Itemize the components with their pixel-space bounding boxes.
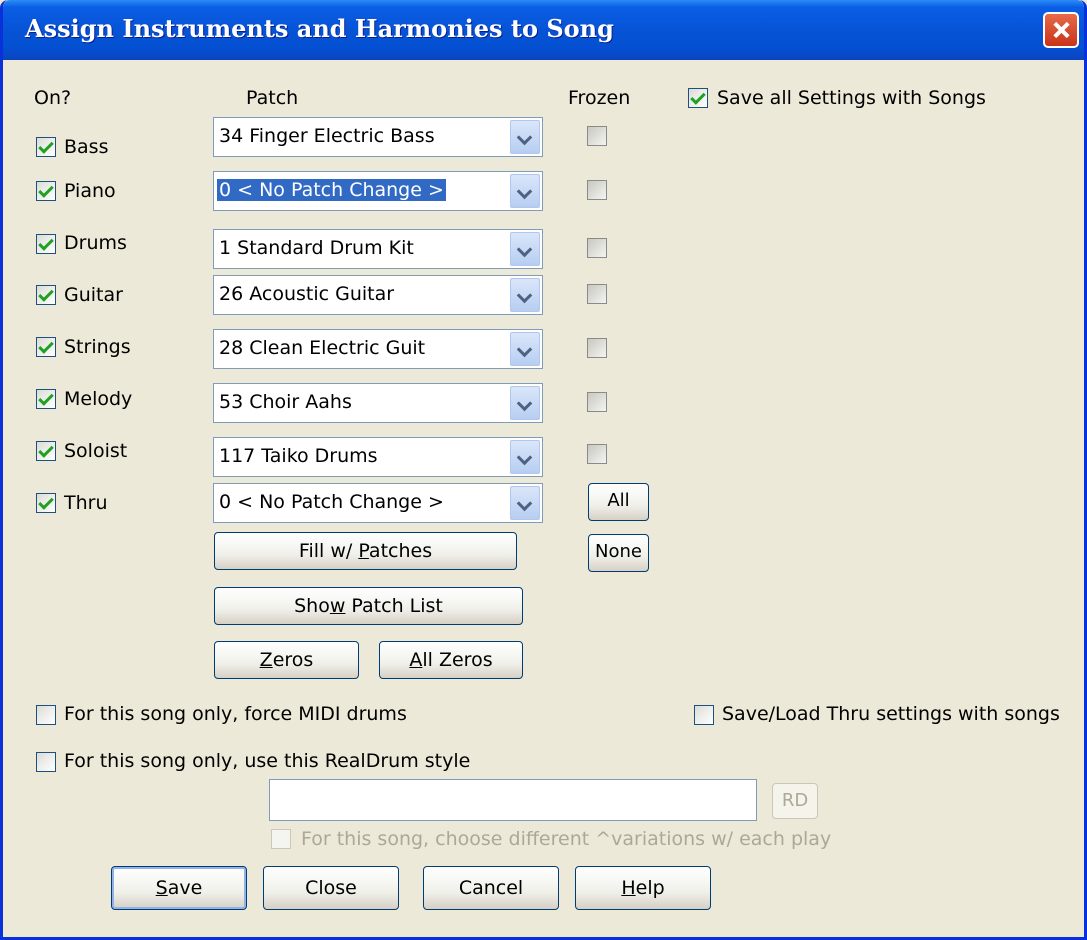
button-accelerator: Z bbox=[259, 649, 273, 671]
save-load-thru-checkbox[interactable] bbox=[694, 705, 714, 725]
frozen-checkbox-melody[interactable] bbox=[587, 392, 607, 412]
window-title: Assign Instruments and Harmonies to Song bbox=[25, 14, 614, 43]
button-text: elp bbox=[635, 877, 665, 899]
help-button[interactable]: Help bbox=[575, 866, 711, 910]
button-text: ll Zeros bbox=[422, 649, 493, 671]
instrument-label-drums: Drums bbox=[64, 232, 127, 254]
instrument-label-soloist: Soloist bbox=[64, 440, 128, 462]
header-on: On? bbox=[34, 87, 72, 109]
button-text: Sho bbox=[294, 595, 330, 617]
on-checkbox-thru[interactable] bbox=[36, 493, 56, 513]
instrument-label-thru: Thru bbox=[64, 492, 108, 514]
button-accelerator: P bbox=[358, 540, 369, 562]
frozen-checkbox-piano[interactable] bbox=[587, 180, 607, 200]
chevron-down-icon[interactable] bbox=[510, 486, 540, 520]
instrument-label-melody: Melody bbox=[64, 388, 133, 410]
instrument-label-guitar: Guitar bbox=[64, 284, 123, 306]
button-accelerator: H bbox=[621, 877, 636, 899]
frozen-checkbox-strings[interactable] bbox=[587, 338, 607, 358]
choose-variations-label: For this song, choose different ^variati… bbox=[301, 828, 832, 850]
patch-select-thru[interactable]: 0 < No Patch Change > bbox=[213, 483, 543, 523]
rd-button[interactable]: RD bbox=[772, 783, 818, 819]
button-text: eros bbox=[272, 649, 314, 671]
button-text: ave bbox=[167, 877, 203, 899]
close-window-icon[interactable] bbox=[1043, 12, 1079, 48]
patch-select-bass[interactable]: 34 Finger Electric Bass bbox=[213, 117, 543, 157]
patch-value: 117 Taiko Drums bbox=[219, 445, 378, 467]
frozen-checkbox-guitar[interactable] bbox=[587, 284, 607, 304]
force-midi-drums-label: For this song only, force MIDI drums bbox=[64, 703, 407, 725]
patch-value: 0 < No Patch Change > bbox=[217, 179, 446, 201]
header-patch: Patch bbox=[246, 87, 299, 109]
save-button[interactable]: Save bbox=[111, 866, 247, 910]
button-accelerator: w bbox=[329, 595, 346, 617]
use-realdrum-style-checkbox[interactable] bbox=[36, 752, 56, 772]
save-load-thru-label: Save/Load Thru settings with songs bbox=[722, 703, 1060, 725]
chevron-down-icon[interactable] bbox=[510, 120, 540, 154]
use-realdrum-style-label: For this song only, use this RealDrum st… bbox=[64, 750, 471, 772]
button-accelerator: S bbox=[155, 877, 168, 899]
frozen-all-button[interactable]: All bbox=[588, 483, 649, 521]
instrument-label-strings: Strings bbox=[64, 336, 131, 358]
patch-value: 26 Acoustic Guitar bbox=[219, 283, 395, 305]
cancel-button[interactable]: Cancel bbox=[423, 866, 559, 910]
frozen-checkbox-bass[interactable] bbox=[587, 126, 607, 146]
button-text: Patch List bbox=[345, 595, 443, 617]
zeros-button[interactable]: Zeros bbox=[214, 641, 359, 679]
patch-value: 0 < No Patch Change > bbox=[219, 491, 444, 513]
frozen-checkbox-drums[interactable] bbox=[587, 238, 607, 258]
frozen-none-button[interactable]: None bbox=[588, 534, 649, 572]
patch-select-strings[interactable]: 28 Clean Electric Guit bbox=[213, 329, 543, 369]
chevron-down-icon[interactable] bbox=[510, 440, 540, 474]
button-text: Fill w/ bbox=[298, 540, 359, 562]
on-checkbox-bass[interactable] bbox=[36, 137, 56, 157]
realdrum-style-input[interactable] bbox=[269, 779, 757, 821]
on-checkbox-melody[interactable] bbox=[36, 389, 56, 409]
save-all-settings-label: Save all Settings with Songs bbox=[717, 87, 986, 109]
patch-select-drums[interactable]: 1 Standard Drum Kit bbox=[213, 229, 543, 269]
on-checkbox-drums[interactable] bbox=[36, 234, 56, 254]
patch-select-piano[interactable]: 0 < No Patch Change > bbox=[213, 171, 543, 211]
patch-select-soloist[interactable]: 117 Taiko Drums bbox=[213, 437, 543, 477]
fill-with-patches-button[interactable]: Fill w/ Patches bbox=[214, 532, 517, 570]
chevron-down-icon[interactable] bbox=[510, 174, 540, 208]
on-checkbox-guitar[interactable] bbox=[36, 285, 56, 305]
patch-select-melody[interactable]: 53 Choir Aahs bbox=[213, 383, 543, 423]
instrument-label-bass: Bass bbox=[64, 136, 109, 158]
patch-value: 53 Choir Aahs bbox=[219, 391, 352, 413]
all-zeros-button[interactable]: All Zeros bbox=[379, 641, 523, 679]
close-button[interactable]: Close bbox=[263, 866, 399, 910]
chevron-down-icon[interactable] bbox=[510, 332, 540, 366]
chevron-down-icon[interactable] bbox=[510, 232, 540, 266]
on-checkbox-strings[interactable] bbox=[36, 337, 56, 357]
patch-value: 1 Standard Drum Kit bbox=[219, 237, 414, 259]
chevron-down-icon[interactable] bbox=[510, 278, 540, 312]
choose-variations-checkbox[interactable] bbox=[271, 829, 291, 849]
header-frozen: Frozen bbox=[568, 87, 631, 109]
patch-select-guitar[interactable]: 26 Acoustic Guitar bbox=[213, 275, 543, 315]
frozen-checkbox-soloist[interactable] bbox=[587, 444, 607, 464]
force-midi-drums-checkbox[interactable] bbox=[36, 705, 56, 725]
dialog-window: Assign Instruments and Harmonies to Song… bbox=[0, 0, 1087, 940]
title-bar[interactable]: Assign Instruments and Harmonies to Song bbox=[3, 0, 1084, 60]
on-checkbox-piano[interactable] bbox=[36, 181, 56, 201]
on-checkbox-soloist[interactable] bbox=[36, 441, 56, 461]
chevron-down-icon[interactable] bbox=[510, 386, 540, 420]
button-text: atches bbox=[368, 540, 433, 562]
patch-value: 28 Clean Electric Guit bbox=[219, 337, 426, 359]
save-all-settings-checkbox[interactable] bbox=[688, 88, 708, 108]
patch-value: 34 Finger Electric Bass bbox=[219, 125, 435, 147]
instrument-label-piano: Piano bbox=[64, 180, 116, 202]
button-accelerator: A bbox=[409, 649, 423, 671]
show-patch-list-button[interactable]: Show Patch List bbox=[214, 587, 523, 625]
